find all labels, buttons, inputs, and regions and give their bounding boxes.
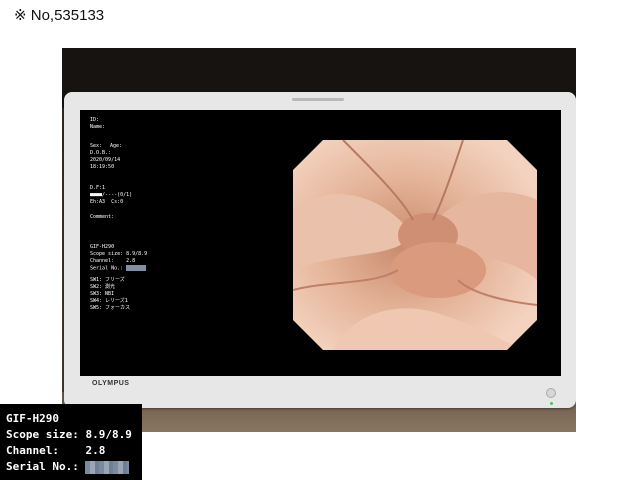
osd-sw1: SW1: フリーズ [90, 277, 125, 283]
camera-notch [292, 98, 344, 101]
zoom-serial-redaction [85, 460, 130, 474]
zoom-serial: Serial No.: [6, 460, 130, 474]
zoom-inset: GIF-H290 Scope size: 8.9/8.9 Channel: 2.… [0, 404, 142, 480]
medical-monitor: ID: Name: Sex: Age: D.O.B.: 2020/09/14 1… [64, 92, 576, 408]
osd-df: D.F:1 [90, 185, 106, 191]
osd-sex: Sex: [90, 143, 103, 149]
osd-serial-label: Serial No.: [90, 265, 124, 272]
osd-sw2: SW2: 測光 [90, 284, 116, 290]
power-button [546, 388, 556, 398]
monitor-screen: ID: Name: Sex: Age: D.O.B.: 2020/09/14 1… [80, 110, 561, 376]
zoom-scope-size: Scope size: 8.9/8.9 [6, 428, 132, 441]
osd-time: 18:19:50 [90, 164, 115, 170]
osd-comment: Comment: [90, 214, 115, 220]
osd-sw3: SW3: NBI [90, 291, 115, 297]
zoom-channel: Channel: 2.8 [6, 444, 106, 457]
osd-patient-name: Name: [90, 124, 106, 130]
osd-ctr: ■■■■/----(0/1) [90, 192, 133, 198]
monitor-photo: ID: Name: Sex: Age: D.O.B.: 2020/09/14 1… [62, 48, 576, 432]
osd-sw5: SW5: フォーカス [90, 305, 131, 311]
osd-age: Age: [110, 143, 123, 149]
osd-scope-size: Scope size: 8.9/8.9 [90, 251, 148, 257]
power-led [550, 402, 553, 405]
osd-eh-cs: Eh:A3 Cs:0 [90, 199, 124, 205]
osd-serial: Serial No.: [90, 265, 147, 272]
monitor-brand-logo: OLYMPUS [92, 380, 130, 387]
osd-date: 2020/09/14 [90, 157, 121, 163]
zoom-serial-label: Serial No.: [6, 460, 79, 473]
endoscopic-image [293, 140, 537, 350]
serial-redaction [126, 265, 147, 271]
listing-number-caption: ※ No,535133 [14, 7, 105, 24]
osd-dob: D.O.B.: [90, 150, 112, 156]
zoom-model: GIF-H290 [6, 412, 59, 425]
osd-patient-id: ID: [90, 117, 100, 123]
osd-channel: Channel: 2.8 [90, 258, 136, 264]
osd-scope-model: GIF-H290 [90, 244, 115, 250]
osd-sw4: SW4: レリーズ1 [90, 298, 128, 304]
